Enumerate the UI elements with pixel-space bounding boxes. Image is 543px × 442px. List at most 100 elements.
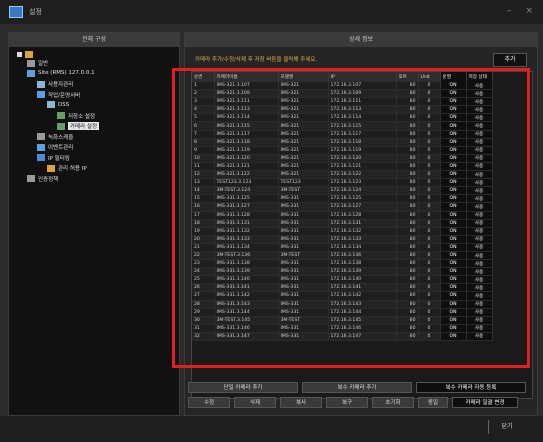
table-cell: 0	[418, 178, 441, 188]
row2-button[interactable]: 수정	[188, 397, 230, 408]
table-row[interactable]: 11 IMS-321.3.121 IMS-321 172.16.3.121 80 0 ON 사…	[192, 162, 493, 172]
table-row[interactable]: 7 IMS-321.3.117 IMS-321 172.16.3.117 80 0 ON 사용	[192, 130, 493, 139]
table-row[interactable]: 23 IMS-331.3.138 IMS-331 172.16.3.138 80 0 ON 사…	[192, 259, 493, 269]
table-row[interactable]: 12 IMS-321.3.122 IMS-321 172.16.3.122 80 0 ON 사…	[192, 170, 493, 180]
table-row[interactable]: 32 IMS-331.3.147 IMS-331 172.16.3.147 80 0 ON 사…	[192, 332, 493, 342]
table-cell: 3M-TEST	[278, 251, 329, 261]
table-cell: IMS-331	[278, 202, 329, 212]
table-cell: IMS-331	[278, 235, 329, 244]
table-cell: IMS-331.3.140	[214, 275, 279, 285]
row2-button[interactable]: 삭제	[234, 397, 276, 408]
tree-item-label: 작업/운영서버	[48, 92, 81, 99]
table-cell: 사용	[466, 105, 493, 115]
table-row[interactable]: 14 3M-TEST.3.124 3M-TEST 172.16.3.124 80 0 ON 사…	[192, 186, 493, 196]
tree-item[interactable]: 작업/운영서버	[37, 91, 80, 99]
table-row[interactable]: 29 IMS-331.3.144 IMS-331 172.16.3.144 80 0 ON 사…	[192, 308, 493, 317]
pc-icon	[47, 101, 55, 108]
row2-button[interactable]: 동일	[418, 397, 448, 408]
minimize-icon[interactable]: –	[507, 6, 512, 16]
table-cell: 사용	[466, 154, 493, 163]
tree-item[interactable]: 인증정책	[27, 175, 58, 183]
table-row[interactable]: 13 TEST123.3.123 TEST123 172.16.3.123 80 0 ON 사…	[192, 178, 493, 188]
tree-item[interactable]: 이벤트관리	[37, 143, 73, 151]
table-row[interactable]: 27 IMS-331.3.142 IMS-331 172.16.3.142 80 0 ON 사…	[192, 291, 493, 301]
table-row[interactable]: 21 IMS-331.3.134 IMS-331 172.16.3.134 80 0 ON 사…	[192, 243, 493, 252]
table-row[interactable]: 19 IMS-331.3.132 IMS-331 172.16.3.132 80 0 ON 사…	[192, 227, 493, 236]
tree-item[interactable]: 저장소 설정	[57, 112, 95, 120]
table-row[interactable]: 16 IMS-331.3.127 IMS-331 172.16.3.127 80 0 ON 사…	[192, 202, 493, 212]
table-row[interactable]: 1 IMS-321.3.107 IMS-321 172.16.3.107 80 0 ON 사용	[192, 82, 493, 91]
table-row[interactable]: 25 IMS-331.3.140 IMS-331 172.16.3.140 80 0 ON 사…	[192, 275, 493, 285]
column-header[interactable]: 저장 상태	[466, 72, 493, 82]
tree-item[interactable]: 관리 허용 IP	[47, 164, 87, 172]
table-cell: 80	[396, 259, 419, 269]
table-row[interactable]: 9 IMS-321.3.119 IMS-321 172.16.3.119 80 0 ON 사용	[192, 146, 493, 155]
table-cell: IMS-331.3.138	[214, 259, 279, 269]
table-cell: 사용	[466, 138, 493, 147]
row1-button[interactable]: 단일 카메라 추가	[188, 382, 298, 393]
row1-button[interactable]: 복수 카메라 자동 등록	[416, 382, 526, 393]
table-row[interactable]: 4 IMS-321.3.113 IMS-321 172.16.3.113 80 0 ON 사용	[192, 105, 493, 115]
table-cell: ON	[440, 105, 467, 115]
table-row[interactable]: 30 3M-TEST.3.145 3M-TEST 172.16.3.145 80 0 ON 사…	[192, 316, 493, 325]
column-header[interactable]: 순번	[192, 72, 215, 82]
table-cell: 26	[192, 283, 215, 293]
table-row[interactable]: 15 IMS-331.3.125 IMS-331 172.16.3.125 80 0 ON 사…	[192, 194, 493, 204]
row2-button[interactable]: 복사	[280, 397, 322, 408]
add-button[interactable]: 추가	[493, 53, 527, 67]
column-header[interactable]: 카메라이름	[214, 72, 279, 82]
tree-item[interactable]: IP 필터링	[37, 154, 70, 162]
tree-item[interactable]: 녹화스케줄	[37, 133, 73, 141]
table-cell: IMS-331	[278, 267, 329, 277]
table-cell: 80	[396, 211, 419, 220]
tree-root[interactable]	[17, 51, 36, 58]
row2-button[interactable]: 초기화	[372, 397, 414, 408]
table-cell: 사용	[466, 202, 493, 212]
table-row[interactable]: 18 IMS-331.3.131 IMS-331 172.16.3.131 80 0 ON 사…	[192, 219, 493, 228]
table-cell: 172.16.3.122	[328, 170, 397, 180]
row1-button[interactable]: 복수 카메라 추가	[302, 382, 412, 393]
column-header[interactable]: IP	[328, 72, 397, 82]
table-cell: 0	[418, 154, 441, 163]
tree-item[interactable]: Site (RMS) 127.0.0.1	[27, 69, 95, 77]
column-header[interactable]: 모델명	[278, 72, 329, 82]
expander-icon[interactable]	[17, 52, 22, 57]
tree-item[interactable]: 사용자관리	[37, 80, 73, 88]
table-row[interactable]: 3 IMS-321.3.111 IMS-321 172.16.3.111 80 0 ON 사용	[192, 97, 493, 107]
tree-item[interactable]: 일반	[27, 59, 48, 67]
table-cell: 172.16.3.128	[328, 211, 397, 220]
column-header[interactable]: 운영	[440, 72, 467, 82]
table-row[interactable]: 8 IMS-321.3.118 IMS-321 172.16.3.118 80 0 ON 사용	[192, 138, 493, 147]
table-row[interactable]: 26 IMS-331.3.141 IMS-331 172.16.3.141 80 0 ON 사…	[192, 283, 493, 293]
table-row[interactable]: 24 IMS-331.3.139 IMS-331 172.16.3.139 80 0 ON 사…	[192, 267, 493, 277]
table-row[interactable]: 17 IMS-331.3.128 IMS-331 172.16.3.128 80 0 ON 사…	[192, 211, 493, 220]
table-cell: 0	[418, 113, 441, 123]
table-cell: TEST123	[278, 178, 329, 188]
table-cell: IMS-321	[278, 82, 329, 91]
table-cell: 80	[396, 105, 419, 115]
close-icon[interactable]: ×	[525, 6, 533, 16]
table-cell: ON	[440, 219, 467, 228]
table-row[interactable]: 2 IMS-321.3.109 IMS-321 172.16.3.109 80 0 ON 사용	[192, 89, 493, 99]
table-cell: 172.16.3.143	[328, 300, 397, 309]
column-header[interactable]: 포트	[396, 72, 419, 82]
table-cell: 172.16.3.124	[328, 186, 397, 196]
table-cell: 172.16.3.113	[328, 105, 397, 115]
table-row[interactable]: 5 IMS-321.3.114 IMS-321 172.16.3.114 80 0 ON 사용	[192, 113, 493, 123]
table-cell: ON	[440, 138, 467, 147]
table-row[interactable]: 31 IMS-331.3.146 IMS-331 172.16.3.146 80 0 ON 사…	[192, 324, 493, 333]
table-row[interactable]: 10 IMS-321.3.120 IMS-321 172.16.3.120 80 0 ON 사…	[192, 154, 493, 163]
table-cell: ON	[440, 227, 467, 236]
row2-button[interactable]: 카메라 일괄 변경	[452, 397, 518, 408]
table-cell: 2	[192, 89, 215, 99]
table-row[interactable]: 22 3M-TEST.3.136 3M-TEST 172.16.3.136 80 0 ON 사…	[192, 251, 493, 261]
table-row[interactable]: 20 IMS-331.3.133 IMS-331 172.16.3.133 80 0 ON 사…	[192, 235, 493, 244]
table-cell: 0	[418, 332, 441, 342]
table-row[interactable]: 6 IMS-321.3.115 IMS-321 172.16.3.115 80 0 ON 사용	[192, 121, 493, 131]
close-button[interactable]: 닫기	[488, 420, 525, 434]
column-header[interactable]: Unit	[418, 72, 441, 82]
tree-item[interactable]: 카메라 설정	[57, 122, 100, 130]
tree-item[interactable]: DSS	[47, 101, 69, 108]
row2-button[interactable]: 복구	[326, 397, 368, 408]
table-row[interactable]: 28 IMS-331.3.143 IMS-331 172.16.3.143 80 0 ON 사…	[192, 300, 493, 309]
